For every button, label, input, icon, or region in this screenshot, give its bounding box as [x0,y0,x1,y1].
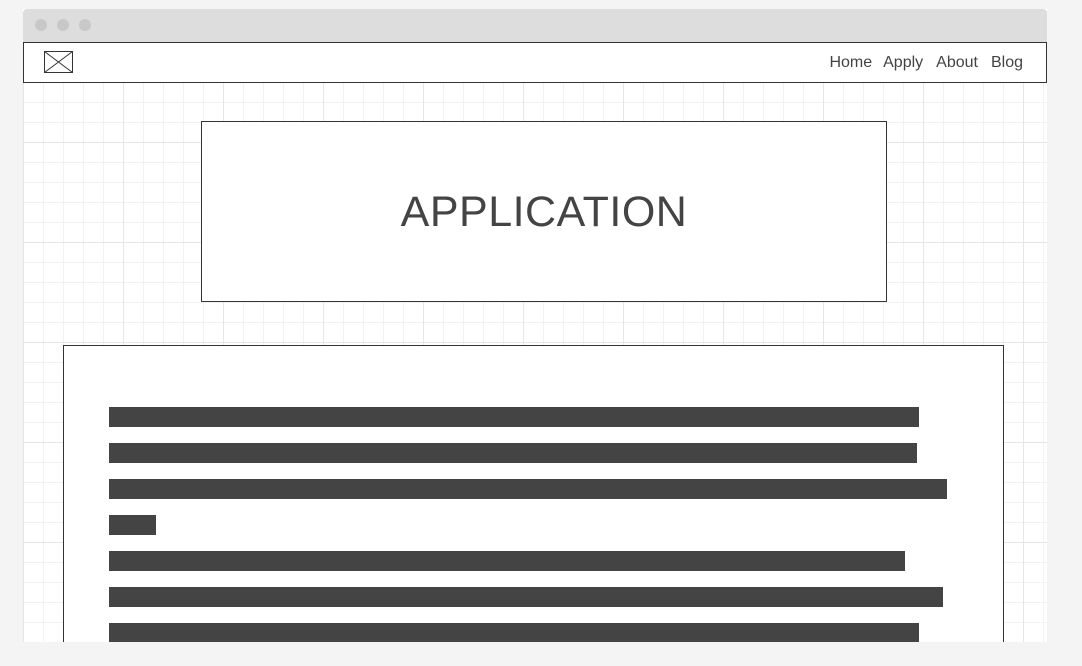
placeholder-text-line [109,587,943,607]
placeholder-text-line [109,443,917,463]
nav-links: Home Apply About Blog [818,43,1023,82]
page-title: APPLICATION [400,188,688,236]
nav-link-apply[interactable]: Apply [883,54,923,72]
content-panel [63,345,1004,642]
nav-link-home[interactable]: Home [829,54,872,72]
window-minimize-dot[interactable] [57,19,69,31]
browser-window: Home Apply About Blog APPLICATION [23,9,1047,642]
site-navbar: Home Apply About Blog [23,42,1047,83]
nav-link-about[interactable]: About [936,54,978,72]
placeholder-text-line [109,551,905,571]
hero-box: APPLICATION [201,121,887,302]
image-placeholder-icon[interactable] [44,51,73,73]
placeholder-text-line [109,407,919,427]
placeholder-text-line [109,479,947,499]
placeholder-text-line [109,515,156,535]
nav-link-blog[interactable]: Blog [991,54,1023,72]
window-titlebar [23,9,1047,42]
window-close-dot[interactable] [35,19,47,31]
window-maximize-dot[interactable] [79,19,91,31]
placeholder-text-line [109,623,919,642]
